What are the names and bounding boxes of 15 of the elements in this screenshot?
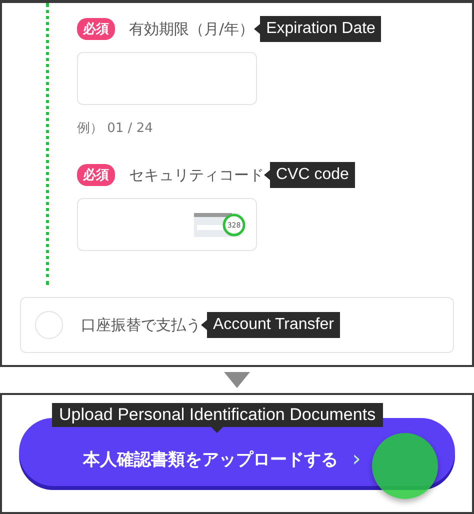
required-badge: 必須 (77, 164, 115, 186)
required-badge: 必須 (77, 18, 115, 40)
down-arrow-icon (224, 372, 250, 388)
callout-label: Expiration Date (254, 16, 382, 42)
payment-option[interactable]: 口座振替で支払う Account Transfer (20, 297, 454, 353)
option-label: 口座振替で支払う (81, 316, 201, 334)
input-field[interactable] (77, 52, 257, 105)
field-label: 有効期限（月/年） (129, 20, 254, 38)
callout-label: Upload Personal Identification Documents (52, 403, 383, 433)
example-hint: 例） 01 / 24 (77, 120, 154, 137)
radio-button[interactable] (35, 311, 63, 339)
callout-label: CVC code (264, 162, 355, 188)
field-label: セキュリティコード (129, 166, 264, 184)
chevron-icon: › (352, 446, 361, 472)
callout-label: Account Transfer (201, 312, 340, 338)
